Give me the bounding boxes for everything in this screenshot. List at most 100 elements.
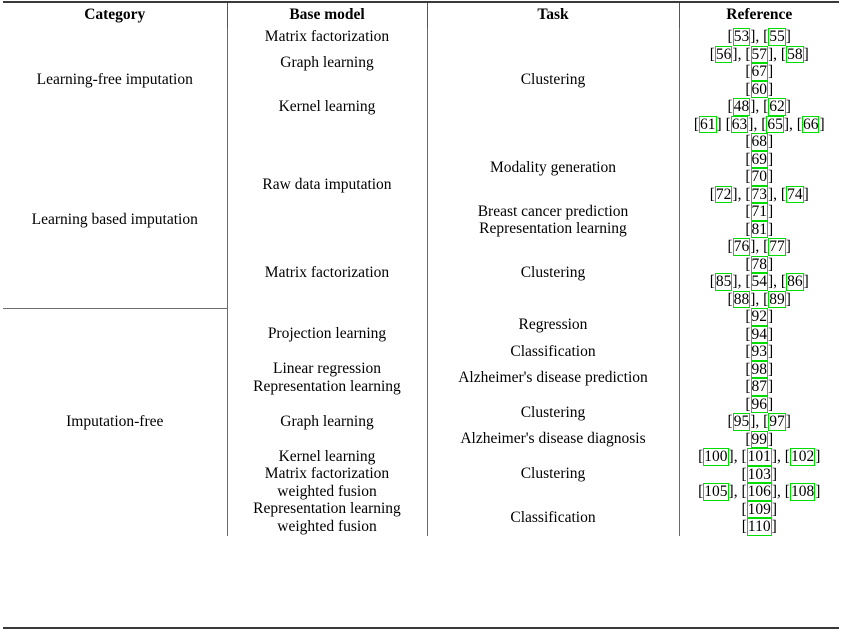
citation-link[interactable]: 61: [699, 115, 717, 133]
citation-link[interactable]: 58: [786, 45, 804, 63]
task-cell: Clustering: [426, 28, 679, 133]
citation-link[interactable]: 48: [732, 98, 751, 116]
table-body: Learning-free imputation Matrix factoriz…: [3, 28, 839, 536]
reference-cell: [56], [57], [58]: [678, 45, 839, 63]
citation-link[interactable]: 65: [766, 115, 784, 133]
citation-link[interactable]: 70: [750, 168, 768, 186]
citation-group: [61] [63], [65], [66]: [693, 115, 825, 133]
citation-group: [105], [106], [108]: [698, 483, 821, 501]
base-model-cell: Matrix factorization: [226, 28, 427, 46]
reference-cell: [100], [101], [102]: [678, 448, 839, 466]
header-base-model: Base model: [226, 3, 427, 28]
citation-link[interactable]: 81: [750, 220, 768, 238]
base-model-cell: Kernel learning: [226, 448, 427, 466]
reference-cell: [68]: [678, 133, 839, 151]
citation-link[interactable]: 88: [732, 290, 751, 308]
citation-link[interactable]: 63: [730, 115, 749, 133]
citation-group: [103]: [741, 465, 778, 483]
citation-link[interactable]: 78: [750, 255, 768, 273]
table-row: Imputation-free Projection learning Regr…: [3, 308, 839, 429]
citation-link[interactable]: 97: [768, 413, 786, 431]
citation-link[interactable]: 68: [750, 133, 768, 151]
citation-link[interactable]: 96: [750, 395, 768, 413]
citation-link[interactable]: 76: [732, 238, 751, 256]
citation-link[interactable]: 109: [746, 500, 772, 518]
base-model-cell: Representation learning: [226, 500, 427, 518]
citation-group: [98]: [745, 360, 774, 378]
citation-link[interactable]: 73: [750, 185, 768, 203]
citation-link[interactable]: 71: [750, 203, 768, 221]
reference-cell: [76], [77]: [678, 238, 839, 256]
reference-cell: [109]: [678, 500, 839, 518]
reference-cell: [110]: [678, 518, 839, 536]
citation-group: [95], [97]: [727, 413, 791, 431]
citation-group: [48], [62]: [727, 98, 791, 116]
reference-cell: [99]: [678, 430, 839, 448]
citation-link[interactable]: 54: [750, 273, 768, 291]
base-model-cell: Matrix factorization: [226, 465, 427, 483]
citation-link[interactable]: 102: [789, 448, 816, 466]
citation-link[interactable]: 87: [750, 378, 768, 396]
reference-cell: [67]: [678, 63, 839, 81]
task-cell: Breast cancer prediction: [426, 203, 679, 221]
reference-cell: [96]: [678, 395, 839, 413]
citation-link[interactable]: 55: [768, 28, 786, 46]
category-cell-imputation-free: Imputation-free: [66, 412, 164, 430]
citation-group: [60]: [745, 80, 774, 98]
reference-cell: [98]: [678, 360, 839, 378]
reference-cell: [53], [55]: [678, 28, 839, 46]
citation-link[interactable]: 95: [732, 413, 751, 431]
citation-link[interactable]: 62: [768, 98, 786, 116]
citation-link[interactable]: 67: [750, 63, 768, 81]
citation-link[interactable]: 66: [801, 115, 820, 133]
citation-link[interactable]: 72: [714, 185, 733, 203]
table-row: Learning-free imputation Matrix factoriz…: [3, 28, 839, 133]
citation-link[interactable]: 98: [750, 360, 768, 378]
reference-cell: [70]: [678, 168, 839, 186]
citation-link[interactable]: 108: [789, 483, 816, 501]
base-model-cell: Graph learning: [226, 395, 427, 448]
reference-cell: [87]: [678, 378, 839, 396]
citation-link[interactable]: 106: [746, 483, 772, 501]
citation-link[interactable]: 74: [786, 185, 804, 203]
citation-link[interactable]: 57: [750, 45, 768, 63]
reference-cell: [103]: [678, 465, 839, 483]
citation-link[interactable]: 94: [750, 325, 768, 343]
category-cell-learning-free: Learning-free imputation: [36, 71, 193, 89]
citation-link[interactable]: 93: [750, 343, 768, 361]
base-model-cell: weighted fusion: [226, 483, 427, 501]
task-cell: Alzheimer's disease prediction: [426, 360, 679, 396]
citation-link[interactable]: 103: [746, 465, 772, 483]
task-cell: Clustering: [426, 448, 679, 501]
citation-link[interactable]: 86: [786, 273, 804, 291]
citation-link[interactable]: 77: [768, 238, 786, 256]
citation-group: [67]: [745, 63, 774, 81]
citation-link[interactable]: 99: [750, 430, 768, 448]
citation-link[interactable]: 110: [746, 518, 772, 536]
citation-link[interactable]: 60: [750, 80, 768, 98]
reference-cell: [72], [73], [74]: [678, 185, 839, 203]
reference-cell: [71]: [678, 203, 839, 221]
category-cell-learning-based: Learning based imputation: [3, 133, 227, 309]
base-model-cell: Matrix factorization: [226, 238, 427, 308]
citation-group: [76], [77]: [727, 238, 791, 256]
citation-group: [78]: [745, 255, 774, 273]
citation-link[interactable]: 69: [750, 150, 768, 168]
base-model-cell: Raw data imputation: [226, 133, 427, 238]
citation-link[interactable]: 105: [703, 483, 729, 501]
base-model-cell: Projection learning: [226, 308, 427, 361]
citation-group: [87]: [745, 378, 774, 396]
citation-link[interactable]: 89: [768, 290, 786, 308]
citation-link[interactable]: 92: [750, 308, 768, 326]
reference-cell: [48], [62]: [678, 98, 839, 116]
citation-group: [53], [55]: [727, 28, 791, 46]
citation-group: [56], [57], [58]: [709, 45, 809, 63]
citation-link[interactable]: 53: [732, 28, 751, 46]
citation-group: [69]: [745, 150, 774, 168]
citation-link[interactable]: 85: [714, 273, 733, 291]
citation-link[interactable]: 101: [746, 448, 772, 466]
citation-link[interactable]: 100: [703, 448, 729, 466]
citation-link[interactable]: 56: [714, 45, 733, 63]
citation-group: [96]: [745, 395, 774, 413]
citation-group: [93]: [745, 343, 774, 361]
